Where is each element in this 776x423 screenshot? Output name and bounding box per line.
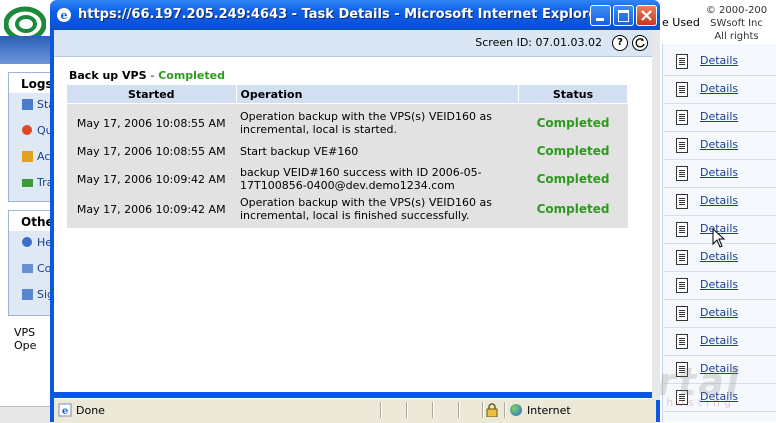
table-row: May 17, 2006 10:08:55 AM Operation backu… [66, 103, 628, 138]
details-link[interactable]: Details [700, 334, 738, 347]
row-started: May 17, 2006 10:09:42 AM [66, 194, 236, 228]
document-icon [676, 250, 688, 265]
task-details-table: Started Operation Status May 17, 2006 10… [66, 84, 628, 228]
row-operation: backup VEID#160 success with ID 2006-05-… [236, 164, 519, 194]
row-operation: Operation backup with the VPS(s) VEID160… [236, 103, 519, 138]
details-link[interactable]: Details [700, 250, 738, 263]
maximize-button[interactable] [613, 5, 634, 26]
help-button[interactable]: ? [612, 35, 628, 51]
details-link[interactable]: Details [700, 278, 738, 291]
copyright-line: © 2000-200 [705, 5, 768, 16]
svg-text:e: e [62, 406, 68, 417]
title-bar[interactable]: e https://66.197.205.249:4643 - Task Det… [50, 0, 660, 30]
task-heading: Back up VPS - Completed [69, 69, 225, 82]
document-icon [676, 82, 688, 97]
row-operation: Operation backup with the VPS(s) VEID160… [236, 194, 519, 228]
col-status-header[interactable]: Status [518, 84, 628, 104]
details-row: Details [664, 272, 776, 300]
document-icon [676, 334, 688, 349]
disk-used-header: e Used [662, 16, 700, 29]
details-link[interactable]: Details [700, 166, 738, 179]
traffic-icon [22, 179, 33, 187]
status-text: Done [76, 404, 105, 417]
task-status: Completed [158, 69, 225, 82]
details-row: Details [664, 328, 776, 356]
row-status: Completed [518, 164, 628, 194]
details-row: Details [664, 76, 776, 104]
details-row: Details [664, 48, 776, 76]
window-title: https://66.197.205.249:4643 - Task Detai… [78, 7, 604, 22]
help-icon: ? [617, 37, 623, 48]
screen-id: Screen ID: 07.01.03.02 [475, 36, 602, 49]
status-divider [380, 402, 382, 418]
close-icon [641, 10, 652, 21]
window-content: Screen ID: 07.01.03.02 ? Back up VPS - C… [54, 30, 656, 392]
details-link[interactable]: Details [700, 54, 738, 67]
task-separator: - [150, 69, 155, 82]
status-icon [22, 99, 33, 110]
status-divider [504, 402, 506, 418]
refresh-icon [635, 38, 645, 48]
row-status: Completed [518, 194, 628, 228]
actions-icon [22, 151, 33, 162]
quota-icon [22, 125, 32, 135]
document-icon [676, 54, 688, 69]
ie-popup-window: e https://66.197.205.249:4643 - Task Det… [50, 0, 660, 423]
details-link[interactable]: Details [700, 138, 738, 151]
details-row: Details [664, 160, 776, 188]
mouse-cursor-icon [712, 228, 726, 248]
details-row: Details [664, 188, 776, 216]
copyright-line: SWsoft Inc [710, 18, 763, 29]
document-icon [676, 110, 688, 125]
document-icon [676, 222, 688, 237]
internet-explorer-icon: e [57, 8, 71, 22]
details-link[interactable]: Details [700, 194, 738, 207]
details-row: Details [664, 300, 776, 328]
details-link[interactable]: Details [700, 110, 738, 123]
document-icon [676, 278, 688, 293]
status-divider [432, 402, 434, 418]
table-row: May 17, 2006 10:08:55 AM Start backup VE… [66, 138, 628, 164]
status-divider [406, 402, 408, 418]
table-row: May 17, 2006 10:09:42 AM backup VEID#160… [66, 164, 628, 194]
document-icon [676, 306, 688, 321]
security-zone: Internet [527, 404, 571, 417]
status-divider [458, 402, 460, 418]
minimize-button[interactable] [590, 5, 611, 26]
details-link[interactable]: Details [700, 306, 738, 319]
task-name: Back up VPS [69, 69, 147, 82]
document-icon [676, 194, 688, 209]
row-status: Completed [518, 103, 628, 138]
document-icon [676, 166, 688, 181]
row-operation: Start backup VE#160 [236, 138, 519, 164]
details-row: Details [664, 104, 776, 132]
row-started: May 17, 2006 10:08:55 AM [66, 103, 236, 138]
status-divider [482, 402, 484, 418]
internet-zone-icon [510, 404, 522, 416]
col-started-header[interactable]: Started [66, 84, 237, 104]
status-bar: e Done Internet [54, 398, 656, 423]
details-link[interactable]: Details [700, 82, 738, 95]
row-started: May 17, 2006 10:08:55 AM [66, 138, 236, 164]
row-status: Completed [518, 138, 628, 164]
close-button[interactable] [636, 5, 657, 26]
row-started: May 17, 2006 10:09:42 AM [66, 164, 236, 194]
key-icon [22, 289, 33, 300]
svg-text:e: e [61, 9, 68, 22]
help-icon [22, 237, 32, 247]
col-operation-header[interactable]: Operation [235, 84, 520, 104]
table-row: May 17, 2006 10:09:42 AM Operation backu… [66, 194, 628, 228]
lock-icon [486, 403, 498, 417]
refresh-button[interactable] [632, 35, 648, 51]
document-icon [676, 138, 688, 153]
vertical-scrollbar[interactable] [652, 30, 660, 400]
contact-icon [22, 264, 33, 273]
screen-id-bar: Screen ID: 07.01.03.02 ? [54, 30, 656, 57]
details-row: Details [664, 132, 776, 160]
logs-item-label: Ac [37, 150, 51, 163]
page-icon: e [58, 403, 72, 417]
